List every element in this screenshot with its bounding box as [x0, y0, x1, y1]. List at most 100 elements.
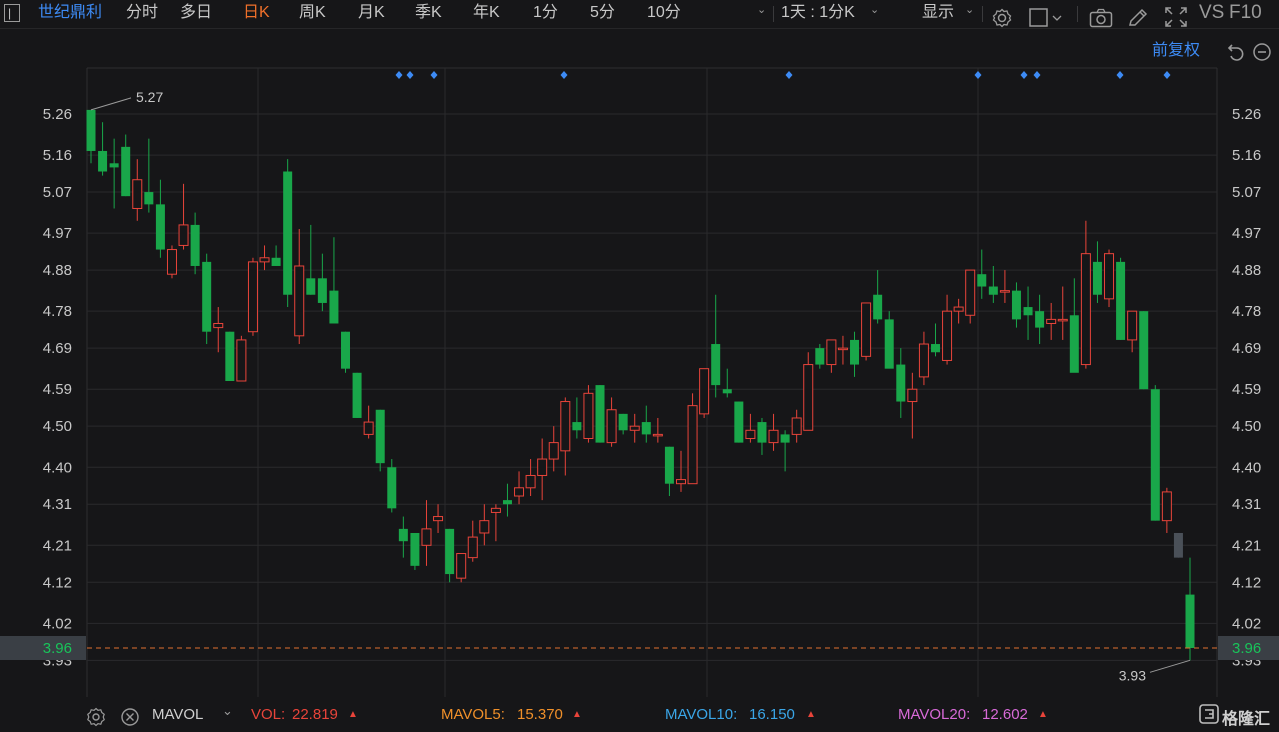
- mavol5-up-arrow-icon: ▲: [572, 709, 582, 720]
- candle-body: [225, 331, 235, 381]
- y-axis-label-right: 4.88: [1232, 262, 1261, 279]
- candlestick-chart[interactable]: 5.26 5.26 5.16 5.16 5.07 5.07 4.97 4.97 4.88 4.88…: [0, 0, 1279, 700]
- indicator-close-icon[interactable]: [120, 707, 140, 727]
- candle-body: [560, 401, 571, 452]
- y-axis-label-left: 4.97: [43, 225, 72, 242]
- candle-body: [675, 479, 686, 485]
- y-axis-label-left: 4.88: [43, 262, 72, 279]
- candle-body: [1150, 389, 1160, 521]
- y-axis-label-left: 4.21: [43, 537, 72, 554]
- y-axis-label-right: 4.50: [1232, 418, 1261, 435]
- candle-body: [745, 429, 756, 440]
- y-axis-label-left: 4.40: [43, 459, 72, 476]
- adjust-mode-label[interactable]: 前复权: [1152, 38, 1200, 66]
- candle-body: [537, 458, 548, 476]
- y-axis-label-left: 5.26: [43, 106, 72, 123]
- undo-icon[interactable]: [1226, 42, 1246, 62]
- candle-body: [734, 401, 744, 443]
- candle-body: [98, 150, 108, 172]
- candle-body: [699, 368, 710, 415]
- y-axis-label-right: 4.12: [1232, 574, 1261, 591]
- y-axis-label-left: 4.12: [43, 574, 72, 591]
- indicator-name[interactable]: MAVOL: [152, 706, 203, 723]
- candle-body: [884, 319, 894, 369]
- candle-body: [1139, 311, 1149, 390]
- candle-body: [1127, 310, 1138, 341]
- candle-body: [490, 507, 501, 513]
- y-axis-label-left: 4.02: [43, 615, 72, 632]
- y-axis-label-left: 4.78: [43, 303, 72, 320]
- y-axis-label-right: 5.26: [1232, 106, 1261, 123]
- candle-body: [1185, 594, 1195, 648]
- candle-body: [1161, 491, 1172, 522]
- candle-body: [1046, 318, 1057, 324]
- candle-body: [86, 109, 96, 151]
- candle-body: [306, 278, 316, 295]
- vol-value: 22.819: [292, 706, 338, 723]
- candle-body: [1057, 318, 1068, 322]
- candle-body: [815, 348, 825, 365]
- candle-body: [398, 528, 408, 542]
- max-pointer-line: [90, 97, 132, 111]
- mavol20-label: MAVOL20:: [898, 706, 971, 723]
- current-price-value-right: 3.96: [1232, 640, 1261, 657]
- candle-body: [803, 364, 814, 431]
- candle-body: [329, 290, 339, 324]
- candle-body: [525, 474, 536, 489]
- candle-body: [445, 528, 455, 575]
- y-axis-label-left: 4.69: [43, 340, 72, 357]
- candle-body: [942, 310, 953, 361]
- y-axis-label-right: 4.40: [1232, 459, 1261, 476]
- candle-body: [595, 385, 605, 443]
- candle-body: [629, 425, 640, 431]
- mavol20-up-arrow-icon: ▲: [1038, 709, 1048, 720]
- mavol10-label: MAVOL10:: [665, 706, 738, 723]
- event-marker-icon: [974, 71, 982, 79]
- candle-body: [618, 413, 628, 431]
- y-axis-label-right: 5.07: [1232, 184, 1261, 201]
- candle-body: [271, 257, 281, 266]
- candle-body: [873, 294, 883, 320]
- y-axis-label-left: 5.07: [43, 184, 72, 201]
- indicator-chevron-icon[interactable]: ⌄: [222, 703, 233, 719]
- candle-body: [1116, 261, 1126, 340]
- candle-body: [166, 249, 177, 275]
- vol-label: VOL:: [251, 706, 286, 723]
- mavol5-label: MAVOL5:: [441, 706, 505, 723]
- candle-body: [213, 322, 224, 329]
- candle-body: [548, 442, 559, 460]
- candle-body: [456, 553, 467, 579]
- candle-body: [283, 171, 293, 295]
- candle-body: [247, 261, 258, 333]
- candle-body: [606, 409, 617, 444]
- brand-name: 格隆汇: [1222, 711, 1271, 728]
- candle-body: [202, 261, 212, 332]
- max-price-label: 5.27: [136, 89, 163, 105]
- candle-body: [791, 417, 802, 435]
- candle-body: [826, 339, 837, 366]
- candle-body: [988, 286, 998, 295]
- candle-body: [1092, 261, 1102, 295]
- indicator-settings-gear-icon[interactable]: [86, 707, 106, 727]
- candle-body: [583, 392, 594, 440]
- candle-body: [387, 467, 397, 509]
- candle-body: [236, 339, 247, 382]
- candle-body: [410, 532, 420, 566]
- y-axis-label-left: 4.50: [43, 418, 72, 435]
- candle-body: [1080, 253, 1091, 366]
- candle-body: [1104, 253, 1115, 300]
- zoom-out-icon[interactable]: [1252, 42, 1272, 62]
- y-axis-label-right: 4.59: [1232, 381, 1261, 398]
- candle-body: [711, 344, 721, 386]
- vol-up-arrow-icon: ▲: [348, 709, 358, 720]
- candle-body: [652, 433, 663, 437]
- candle-body: [572, 422, 582, 431]
- candle-body: [641, 422, 651, 435]
- candle-body: [1069, 315, 1079, 373]
- current-price-value-left: 3.96: [43, 640, 72, 657]
- candle-body: [896, 364, 906, 402]
- candle-body: [850, 339, 860, 365]
- y-axis-label-left: 4.59: [43, 381, 72, 398]
- mavol10-value: 16.150: [749, 706, 795, 723]
- candle-body: [722, 389, 732, 394]
